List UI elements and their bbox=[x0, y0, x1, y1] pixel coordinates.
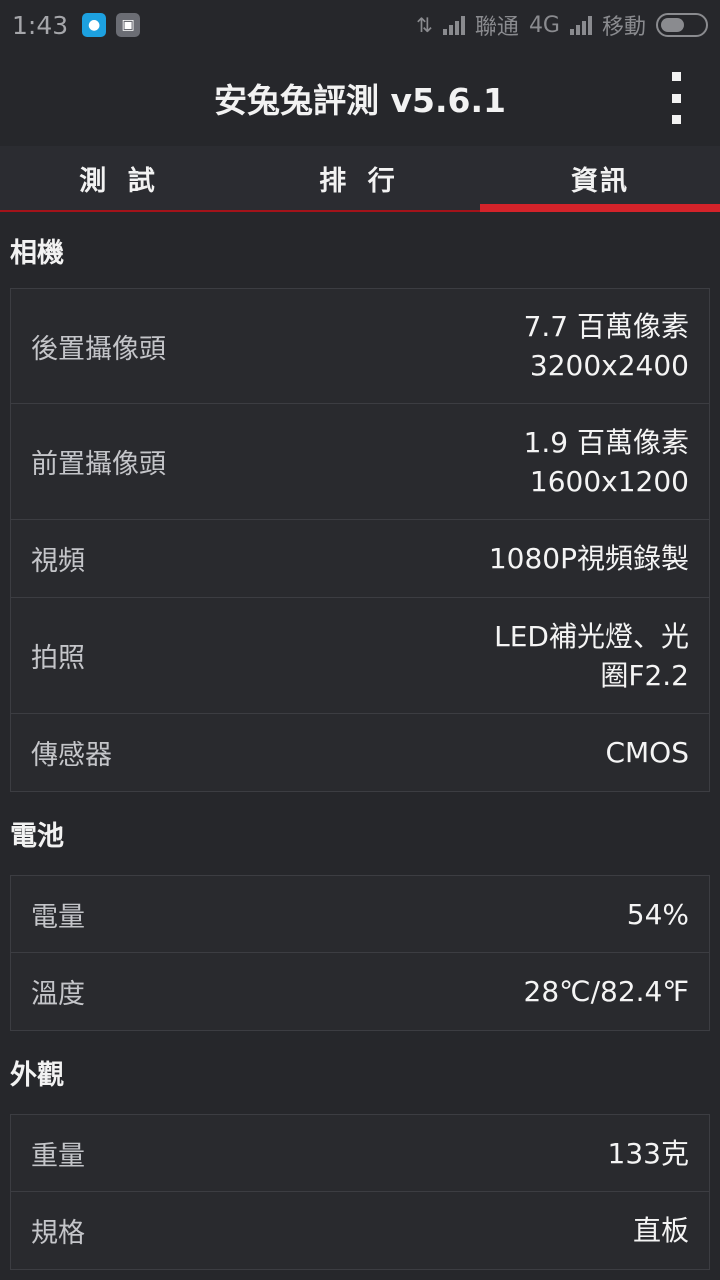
row-value: 28℃/82.4℉ bbox=[523, 975, 690, 1008]
app-bar: 安兔兔評測 v5.6.1 bbox=[0, 50, 720, 146]
tab-info[interactable]: 資訊 bbox=[480, 146, 720, 212]
status-time: 1:43 bbox=[12, 10, 69, 40]
list-item: 傳感器 CMOS bbox=[11, 714, 709, 791]
row-value: LED補光燈、光圈F2.2 bbox=[494, 619, 689, 692]
status-bar: 1:43 ● ▣ ⇅ 聯通 4G 移動 bbox=[0, 0, 720, 50]
carrier-2: 移動 bbox=[601, 15, 646, 40]
app-icon: ▣ bbox=[116, 13, 141, 37]
row-value: CMOS bbox=[605, 736, 689, 769]
list-item: 後置攝像頭 7.7 百萬像素 3200x2400 bbox=[11, 289, 709, 404]
tab-bar: 測 試 排 行 資訊 bbox=[0, 146, 720, 212]
row-value: 1.9 百萬像素 1600x1200 bbox=[523, 425, 689, 498]
row-value: 1080P視頻錄製 bbox=[488, 542, 689, 575]
list-item: 溫度 28℃/82.4℉ bbox=[11, 953, 709, 1030]
list-item: 規格 直板 bbox=[11, 1192, 709, 1269]
row-label: 電量 bbox=[31, 901, 85, 933]
list-item: 前置攝像頭 1.9 百萬像素 1600x1200 bbox=[11, 404, 709, 520]
list-item: 重量 133克 bbox=[11, 1115, 709, 1192]
info-content[interactable]: 相機 後置攝像頭 7.7 百萬像素 3200x2400 前置攝像頭 1.9 百萬… bbox=[0, 212, 720, 1270]
tab-ranking[interactable]: 排 行 bbox=[240, 146, 480, 210]
row-label: 重量 bbox=[31, 1140, 85, 1172]
row-label: 拍照 bbox=[31, 643, 85, 674]
signal-icon-2 bbox=[569, 15, 592, 35]
row-value: 133克 bbox=[607, 1136, 689, 1170]
row-value: 7.7 百萬像素 3200x2400 bbox=[523, 310, 689, 382]
row-value: 54% bbox=[626, 897, 689, 931]
section-title-battery: 電池 bbox=[10, 821, 64, 852]
list-item: 拍照 LED補光燈、光圈F2.2 bbox=[11, 598, 709, 714]
row-label: 規格 bbox=[31, 1218, 85, 1249]
droplet-icon: ● bbox=[82, 13, 107, 37]
app-title: 安兔兔評測 v5.6.1 bbox=[214, 81, 506, 120]
appearance-card: 重量 133克 規格 直板 bbox=[10, 1114, 710, 1270]
list-item: 視頻 1080P視頻錄製 bbox=[11, 520, 709, 598]
battery-icon bbox=[656, 13, 708, 37]
more-vertical-icon[interactable] bbox=[664, 72, 688, 124]
data-transfer-icon: ⇅ bbox=[416, 13, 433, 37]
row-value: 直板 bbox=[632, 1214, 689, 1247]
row-label: 視頻 bbox=[31, 546, 85, 577]
carrier-1: 聯通 bbox=[474, 15, 519, 40]
camera-card: 後置攝像頭 7.7 百萬像素 3200x2400 前置攝像頭 1.9 百萬像素 … bbox=[10, 288, 710, 792]
row-label: 溫度 bbox=[31, 979, 85, 1010]
signal-icon bbox=[442, 15, 465, 35]
tab-test[interactable]: 測 試 bbox=[0, 146, 240, 210]
section-title-camera: 相機 bbox=[10, 237, 64, 269]
list-item: 電量 54% bbox=[11, 876, 709, 953]
row-label: 前置攝像頭 bbox=[31, 449, 166, 480]
section-title-appearance: 外觀 bbox=[10, 1060, 64, 1091]
row-label: 傳感器 bbox=[31, 740, 112, 771]
network-type: 4G bbox=[528, 12, 560, 38]
row-label: 後置攝像頭 bbox=[31, 333, 166, 365]
battery-card: 電量 54% 溫度 28℃/82.4℉ bbox=[10, 875, 710, 1031]
